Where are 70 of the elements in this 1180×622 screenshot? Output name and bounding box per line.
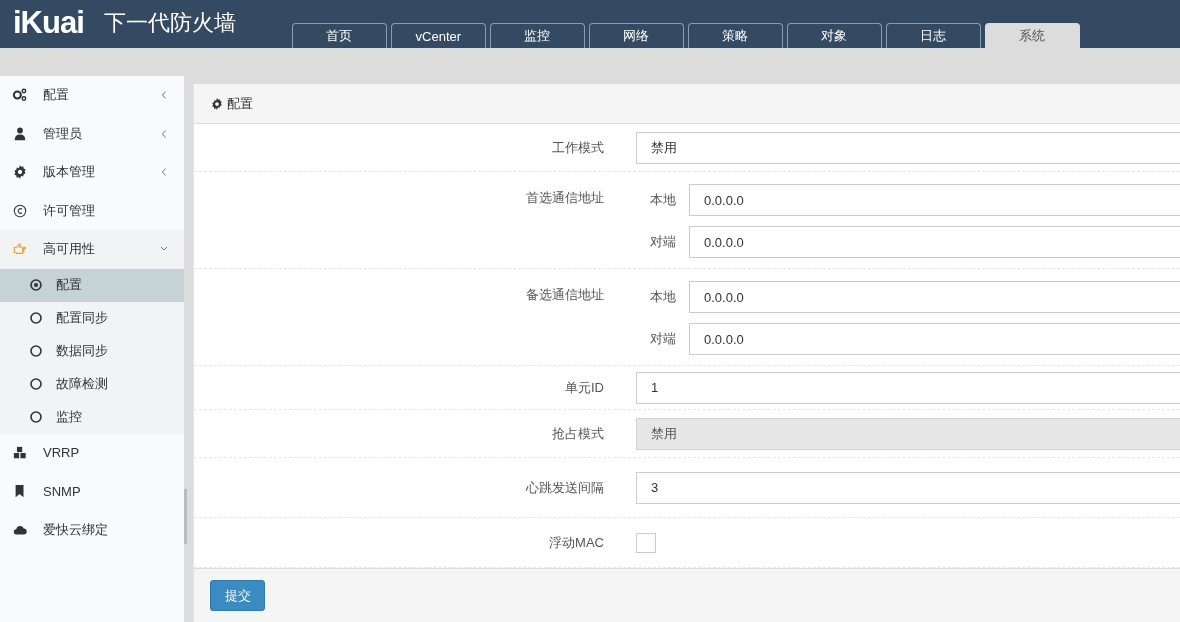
field-label: 浮动MAC [548,533,604,552]
input-field[interactable]: 3 [636,471,1180,504]
field-label: 备选通信地址 [525,286,604,304]
checkbox[interactable] [636,532,656,553]
nav-tab[interactable]: vCenter [390,23,486,48]
sidebar-item[interactable]: 配置 [0,76,184,115]
submenu-item[interactable]: 数据同步 [0,334,184,368]
radio-icon [30,411,42,423]
submenu-label: 配置 [56,276,82,294]
gears-icon [12,88,28,103]
input-field[interactable]: 0.0.0.0 [689,281,1180,313]
submenu-item[interactable]: 配置同步 [0,301,184,335]
submit-button[interactable]: 提交 [210,580,265,611]
sidebar-item[interactable]: 许可管理 [0,191,184,230]
settings-icon [12,165,28,180]
copyright-icon [12,203,28,218]
input-field[interactable]: 0.0.0.0 [689,184,1180,216]
radio-icon [30,378,42,390]
submenu-label: 故障检测 [56,375,108,393]
sidebar-label: 管理员 [43,124,83,143]
nav-tab[interactable]: 日志 [885,23,981,48]
nav-tab[interactable]: 策略 [687,23,783,48]
sidebar-label: 配置 [43,86,70,105]
nav-tab[interactable]: 监控 [489,23,585,48]
submenu-label: 数据同步 [56,342,108,360]
hand-pointing-icon [12,242,28,257]
panel-title: 配置 [227,94,253,113]
user-icon [12,126,28,141]
field-label: 抢占模式 [551,424,604,443]
input-field[interactable]: 1 [636,371,1180,404]
field-label: 对端 [649,233,677,251]
sidebar-label: 爱快云绑定 [43,520,109,539]
submenu-item[interactable]: 监控 [0,400,184,434]
settings-icon [211,97,223,110]
sidebar-label: 高可用性 [43,240,96,259]
select-field[interactable]: 禁用 [636,131,1180,164]
radio-icon [30,345,42,357]
sidebar-label: 许可管理 [43,201,96,220]
field-label: 单元ID [564,378,604,397]
product-name: 下一代防火墙 [103,9,236,37]
sidebar-item[interactable]: SNMP [0,472,184,511]
sidebar-label: VRRP [43,445,81,461]
nav-tab[interactable]: 系统 [984,23,1080,48]
sidebar-item[interactable]: 管理员 [0,114,184,153]
sidebar-item[interactable]: 高可用性 [0,230,184,269]
radio-icon [30,312,42,324]
submenu-item[interactable]: 故障检测 [0,367,184,401]
field-label: 心跳发送间隔 [525,478,604,497]
field-label: 首选通信地址 [525,189,604,207]
sidebar-item[interactable]: 爱快云绑定 [0,510,184,549]
logo: iKuai [13,6,84,40]
field-label: 本地 [649,288,677,306]
sidebar-label: 版本管理 [43,163,96,182]
submenu-label: 监控 [56,408,82,426]
submenu-label: 配置同步 [56,309,108,327]
submenu-item[interactable]: 配置 [0,268,184,302]
nav-tab[interactable]: 网络 [588,23,684,48]
sidebar-item[interactable]: 版本管理 [0,153,184,192]
radio-selected-icon [30,279,42,291]
field-label: 本地 [649,191,677,209]
field-label: 工作模式 [551,138,604,157]
field-label: 对端 [649,330,677,348]
nav-tab[interactable]: 首页 [291,23,387,48]
input-field[interactable]: 0.0.0.0 [689,226,1180,258]
input-field[interactable]: 0.0.0.0 [689,323,1180,355]
sidebar-label: SNMP [43,483,82,499]
sidebar-item[interactable]: VRRP [0,433,184,472]
cubes-icon [12,445,28,460]
scrollbar[interactable] [184,489,187,544]
nav-tab[interactable]: 对象 [786,23,882,48]
